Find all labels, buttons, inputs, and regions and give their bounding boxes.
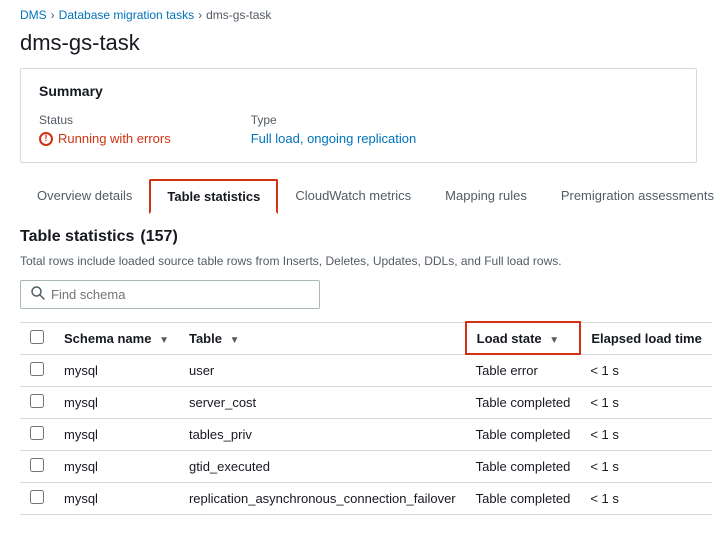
row-checkbox-cell <box>20 482 54 514</box>
row-schema: mysql <box>54 482 179 514</box>
section-description: Total rows include loaded source table r… <box>20 254 697 268</box>
table-row: mysql server_cost Table completed < 1 s <box>20 386 712 418</box>
table-row: mysql replication_asynchronous_connectio… <box>20 482 712 514</box>
row-checkbox-cell <box>20 450 54 482</box>
row-load-state: Table error <box>466 354 581 386</box>
row-checkbox-cell <box>20 418 54 450</box>
row-checkbox-cell <box>20 386 54 418</box>
load-state-sort-icon[interactable]: ▼ <box>549 335 559 346</box>
search-box[interactable] <box>20 280 320 309</box>
col-load-state: Load state ▼ <box>466 322 581 354</box>
breadcrumb-sep-1: › <box>51 8 55 22</box>
row-load-state: Table completed <box>466 418 581 450</box>
breadcrumb-migration-tasks[interactable]: Database migration tasks <box>59 8 194 22</box>
select-all-checkbox[interactable] <box>30 330 44 344</box>
search-input[interactable] <box>51 287 309 302</box>
row-elapsed: < 1 s <box>580 354 712 386</box>
type-label: Type <box>251 113 417 127</box>
type-field: Type Full load, ongoing replication <box>251 113 417 146</box>
col-load-state-label: Load state <box>477 331 542 346</box>
col-elapsed: Elapsed load time <box>580 322 712 354</box>
data-table: Schema name ▼ Table ▼ Load state ▼ Elaps… <box>20 321 712 515</box>
breadcrumb-current: dms-gs-task <box>206 8 271 22</box>
tab-cloudwatch[interactable]: CloudWatch metrics <box>278 179 428 214</box>
row-load-state: Table completed <box>466 386 581 418</box>
row-load-state: Table completed <box>466 450 581 482</box>
section-count: (157) <box>140 228 177 246</box>
breadcrumb-dms[interactable]: DMS <box>20 8 47 22</box>
row-schema: mysql <box>54 418 179 450</box>
row-table: user <box>179 354 466 386</box>
row-checkbox[interactable] <box>30 394 44 408</box>
search-icon <box>31 286 45 303</box>
section-title: Table statistics <box>20 228 134 246</box>
row-schema: mysql <box>54 354 179 386</box>
table-sort-icon[interactable]: ▼ <box>230 335 240 346</box>
row-table: tables_priv <box>179 418 466 450</box>
status-value: ! Running with errors <box>39 131 171 146</box>
col-checkbox <box>20 322 54 354</box>
row-table: server_cost <box>179 386 466 418</box>
row-schema: mysql <box>54 450 179 482</box>
table-row: mysql user Table error < 1 s <box>20 354 712 386</box>
tabs-bar: Overview details Table statistics CloudW… <box>20 179 697 214</box>
tab-overview[interactable]: Overview details <box>20 179 149 214</box>
col-table: Table ▼ <box>179 322 466 354</box>
status-label: Status <box>39 113 171 127</box>
error-icon: ! <box>39 132 53 146</box>
content-area: Table statistics (157) Total rows includ… <box>0 214 717 515</box>
row-table: gtid_executed <box>179 450 466 482</box>
schema-sort-icon[interactable]: ▼ <box>159 335 169 346</box>
table-row: mysql gtid_executed Table completed < 1 … <box>20 450 712 482</box>
status-text: Running with errors <box>58 131 171 146</box>
type-value: Full load, ongoing replication <box>251 131 417 146</box>
col-table-label: Table <box>189 331 222 346</box>
page-title: dms-gs-task <box>0 26 717 68</box>
tab-premigration[interactable]: Premigration assessments <box>544 179 717 214</box>
col-schema-label: Schema name <box>64 331 151 346</box>
breadcrumb-sep-2: › <box>198 8 202 22</box>
row-elapsed: < 1 s <box>580 386 712 418</box>
row-elapsed: < 1 s <box>580 482 712 514</box>
row-checkbox[interactable] <box>30 490 44 504</box>
row-checkbox-cell <box>20 354 54 386</box>
summary-heading: Summary <box>39 83 678 99</box>
col-schema: Schema name ▼ <box>54 322 179 354</box>
tab-mapping[interactable]: Mapping rules <box>428 179 544 214</box>
summary-card: Summary Status ! Running with errors Typ… <box>20 68 697 163</box>
row-elapsed: < 1 s <box>580 450 712 482</box>
tab-table-statistics[interactable]: Table statistics <box>149 179 278 214</box>
row-checkbox[interactable] <box>30 426 44 440</box>
col-elapsed-label: Elapsed load time <box>591 331 702 346</box>
table-row: mysql tables_priv Table completed < 1 s <box>20 418 712 450</box>
row-load-state: Table completed <box>466 482 581 514</box>
row-checkbox[interactable] <box>30 362 44 376</box>
row-table: replication_asynchronous_connection_fail… <box>179 482 466 514</box>
breadcrumb: DMS › Database migration tasks › dms-gs-… <box>0 0 717 26</box>
status-field: Status ! Running with errors <box>39 113 171 146</box>
row-elapsed: < 1 s <box>580 418 712 450</box>
row-schema: mysql <box>54 386 179 418</box>
row-checkbox[interactable] <box>30 458 44 472</box>
